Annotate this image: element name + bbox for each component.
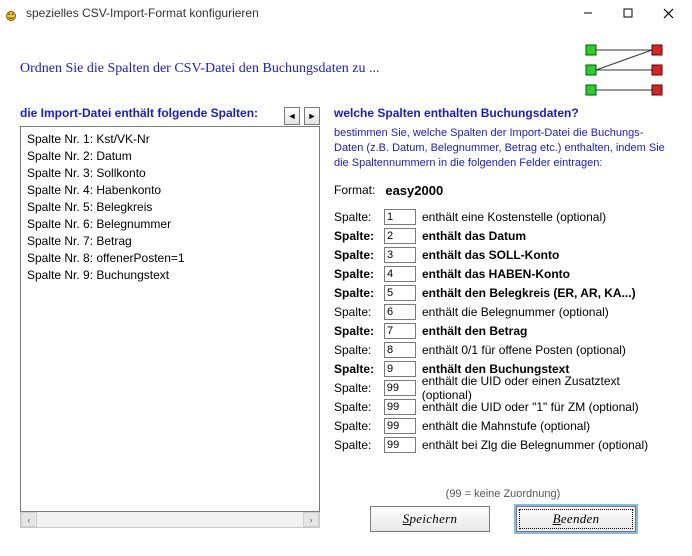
column-desc: enthält den Betrag	[422, 324, 527, 338]
list-item[interactable]: Spalte Nr. 4: Habenkonto	[27, 182, 313, 199]
maximize-button[interactable]	[608, 0, 648, 26]
column-row: Spalte: enthält eine Kostenstelle (option…	[334, 208, 672, 226]
column-number-input[interactable]	[384, 266, 416, 282]
right-explain: bestimmen Sie, welche Spalten der Import…	[334, 126, 672, 171]
unassigned-hint: (99 = keine Zuordnung)	[334, 488, 672, 500]
format-row: Format: easy2000	[334, 183, 672, 198]
list-item[interactable]: Spalte Nr. 9: Buchungstext	[27, 267, 313, 284]
list-item[interactable]: Spalte Nr. 3: Sollkonto	[27, 165, 313, 182]
column-rows: Spalte: enthält eine Kostenstelle (option…	[334, 208, 672, 454]
column-row: Spalte: enthält 0/1 für offene Posten (op…	[334, 341, 672, 359]
column-desc: enthält 0/1 für offene Posten (optional)	[422, 343, 626, 357]
column-label: Spalte:	[334, 286, 378, 300]
instruction-text: Ordnen Sie die Spalten der CSV-Datei den…	[20, 61, 576, 77]
column-row: Spalte: enthält das Datum	[334, 227, 672, 245]
app-icon	[4, 5, 20, 21]
column-number-input[interactable]	[384, 304, 416, 320]
column-label: Spalte:	[334, 343, 378, 357]
mapping-illustration-icon	[576, 40, 672, 98]
column-row: Spalte: enthält bei Zlg die Belegnummer (…	[334, 436, 672, 454]
column-number-input[interactable]	[384, 228, 416, 244]
column-label: Spalte:	[334, 248, 378, 262]
left-heading: die Import-Datei enthält folgende Spalte…	[20, 106, 280, 120]
column-row: Spalte: enthält das SOLL-Konto	[334, 246, 672, 264]
columns-listbox[interactable]: Spalte Nr. 1: Kst/VK-NrSpalte Nr. 2: Dat…	[20, 126, 320, 512]
list-item[interactable]: Spalte Nr. 8: offenerPosten=1	[27, 250, 313, 267]
column-desc: enthält eine Kostenstelle (optional)	[422, 210, 606, 224]
column-number-input[interactable]	[384, 361, 416, 377]
column-label: Spalte:	[334, 438, 378, 452]
column-number-input[interactable]	[384, 437, 416, 453]
scroll-left-button[interactable]: ‹	[21, 512, 37, 527]
column-row: Spalte: enthält den Betrag	[334, 322, 672, 340]
next-column-button[interactable]: ►	[304, 107, 320, 125]
close-button-main[interactable]: Beenden	[516, 506, 636, 532]
list-item[interactable]: Spalte Nr. 6: Belegnummer	[27, 216, 313, 233]
column-number-input[interactable]	[384, 323, 416, 339]
column-number-input[interactable]	[384, 247, 416, 263]
column-desc: enthält das SOLL-Konto	[422, 248, 559, 262]
column-row: Spalte: enthält das HABEN-Konto	[334, 265, 672, 283]
column-label: Spalte:	[334, 362, 378, 376]
horizontal-scrollbar[interactable]: ‹ ›	[20, 512, 320, 528]
column-row: Spalte: enthält den Belegkreis (ER, AR, K…	[334, 284, 672, 302]
title-bar: spezielles CSV-Import-Format konfigurier…	[0, 0, 692, 26]
save-button[interactable]: Speichern	[370, 506, 490, 532]
column-number-input[interactable]	[384, 399, 416, 415]
column-number-input[interactable]	[384, 380, 416, 396]
header: Ordnen Sie die Spalten der CSV-Datei den…	[0, 26, 692, 106]
column-number-input[interactable]	[384, 342, 416, 358]
column-label: Spalte:	[334, 381, 378, 395]
column-row: Spalte: enthält die Belegnummer (optional…	[334, 303, 672, 321]
scroll-right-button[interactable]: ›	[303, 512, 319, 527]
list-item[interactable]: Spalte Nr. 7: Betrag	[27, 233, 313, 250]
column-label: Spalte:	[334, 210, 378, 224]
window-title: spezielles CSV-Import-Format konfigurier…	[26, 6, 568, 20]
format-label: Format:	[334, 183, 375, 197]
column-label: Spalte:	[334, 324, 378, 338]
minimize-button[interactable]	[568, 0, 608, 26]
column-number-input[interactable]	[384, 209, 416, 225]
column-row: Spalte: enthält die UID oder "1" für ZM (…	[334, 398, 672, 416]
prev-column-button[interactable]: ◄	[284, 107, 300, 125]
column-desc: enthält die UID oder "1" für ZM (optiona…	[422, 400, 639, 414]
column-number-input[interactable]	[384, 418, 416, 434]
close-button[interactable]	[648, 0, 688, 26]
column-row: Spalte: enthält die Mahnstufe (optional)	[334, 417, 672, 435]
column-label: Spalte:	[334, 419, 378, 433]
column-label: Spalte:	[334, 400, 378, 414]
list-item[interactable]: Spalte Nr. 5: Belegkreis	[27, 199, 313, 216]
column-desc: enthält die Belegnummer (optional)	[422, 305, 609, 319]
format-value: easy2000	[385, 183, 443, 198]
column-row: Spalte:enthält die UID oder einen Zusatz…	[334, 379, 672, 397]
column-label: Spalte:	[334, 305, 378, 319]
column-desc: enthält das HABEN-Konto	[422, 267, 570, 281]
column-label: Spalte:	[334, 229, 378, 243]
right-heading: welche Spalten enthalten Buchungsdaten?	[334, 106, 672, 120]
column-desc: enthält bei Zlg die Belegnummer (optiona…	[422, 438, 648, 452]
column-desc: enthält das Datum	[422, 229, 526, 243]
column-number-input[interactable]	[384, 285, 416, 301]
left-pane: die Import-Datei enthält folgende Spalte…	[20, 106, 320, 532]
column-label: Spalte:	[334, 267, 378, 281]
list-item[interactable]: Spalte Nr. 1: Kst/VK-Nr	[27, 131, 313, 148]
right-pane: welche Spalten enthalten Buchungsdaten? …	[334, 106, 672, 532]
column-desc: enthält den Belegkreis (ER, AR, KA...)	[422, 286, 636, 300]
column-desc: enthält die Mahnstufe (optional)	[422, 419, 590, 433]
list-item[interactable]: Spalte Nr. 2: Datum	[27, 148, 313, 165]
